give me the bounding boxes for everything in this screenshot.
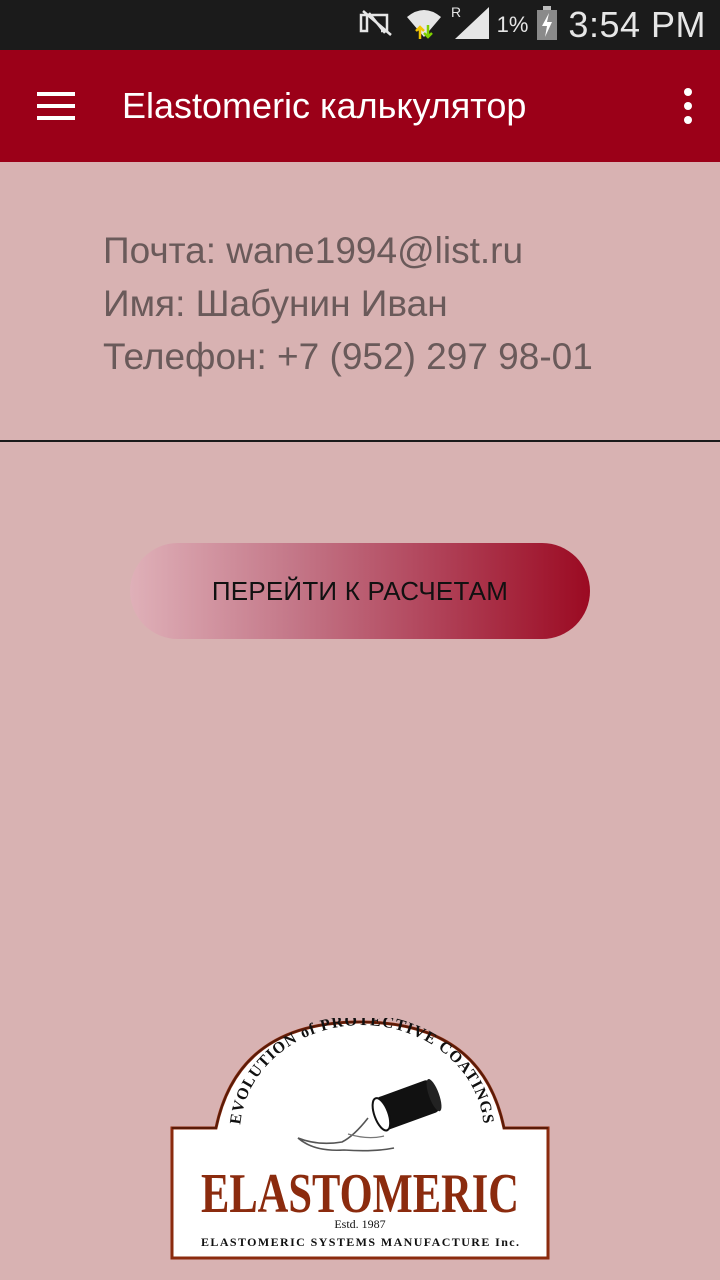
roaming-signal-icon: R bbox=[451, 4, 493, 46]
app-title: Elastomeric калькулятор bbox=[122, 85, 527, 126]
user-phone: Телефон: +7 (952) 297 98-01 bbox=[103, 336, 593, 377]
app-bar: Elastomeric калькулятор bbox=[0, 50, 720, 162]
go-to-calculations-button[interactable]: ПЕРЕЙТИ К РАСЧЕТАМ bbox=[130, 543, 590, 639]
elastomeric-logo: EVOLUTION of PROTECTIVE COATINGS ELASTOM… bbox=[168, 1012, 552, 1264]
nfc-off-icon bbox=[357, 7, 397, 44]
logo-brand: ELASTOMERIC bbox=[201, 1163, 519, 1225]
status-bar: R 1% 3:54 PM bbox=[0, 0, 720, 50]
roaming-letter: R bbox=[451, 5, 461, 20]
battery-charging-icon bbox=[536, 5, 558, 45]
status-time: 3:54 PM bbox=[568, 4, 706, 45]
battery-percent: 1% bbox=[496, 12, 529, 37]
status-icons: R 1% 3:54 PM bbox=[349, 0, 706, 50]
logo-company: ELASTOMERIC SYSTEMS MANUFACTURE Inc. bbox=[201, 1235, 519, 1249]
user-name: Имя: Шабунин Иван bbox=[103, 283, 448, 324]
user-email: Почта: wane1994@list.ru bbox=[103, 230, 524, 271]
divider bbox=[0, 440, 720, 442]
hamburger-menu-icon bbox=[37, 92, 75, 120]
wifi-icon bbox=[405, 5, 443, 46]
overflow-menu-button[interactable] bbox=[670, 80, 706, 132]
menu-button[interactable] bbox=[20, 78, 92, 134]
logo-established: Estd. 1987 bbox=[334, 1217, 385, 1231]
more-vert-icon bbox=[684, 88, 692, 124]
user-info: Почта: wane1994@list.ru Имя: Шабунин Ива… bbox=[103, 224, 593, 383]
